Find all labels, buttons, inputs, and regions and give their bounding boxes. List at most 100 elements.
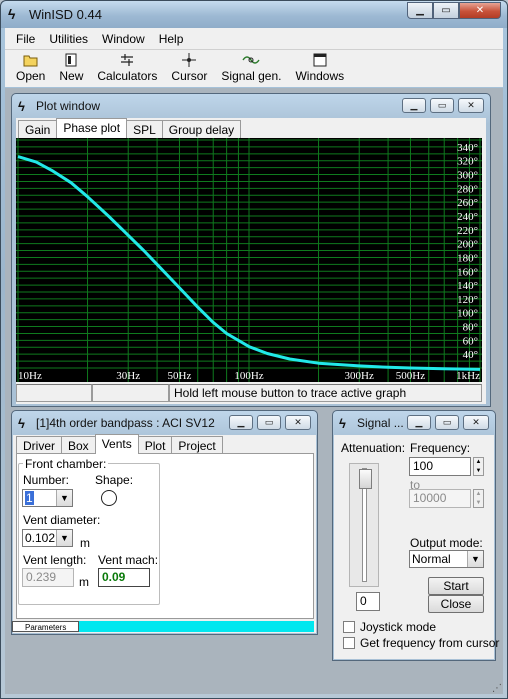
title-bar: ϟ WinISD 0.44 ▁ ▭ ✕ (1, 1, 507, 28)
menu-file[interactable]: File (9, 32, 42, 46)
vent-diameter-unit: m (80, 536, 90, 550)
start-button[interactable]: Start (428, 577, 484, 595)
signal-minimize-button[interactable]: ▁ (407, 415, 431, 430)
bandpass-tabs: Driver Box Vents Plot Project (16, 434, 223, 454)
minimize-button[interactable]: ▁ (407, 2, 433, 19)
menu-window[interactable]: Window (95, 32, 152, 46)
x-tick-label: 10Hz (18, 370, 42, 382)
y-tick-label: 140° (457, 280, 478, 292)
shape-label: Shape: (95, 473, 134, 487)
x-tick-label: 300Hz (345, 370, 374, 382)
tab-spl[interactable]: SPL (126, 120, 163, 138)
plot-close-button[interactable]: ✕ (458, 98, 484, 113)
y-tick-label: 240° (457, 211, 478, 223)
tab-box[interactable]: Box (61, 436, 96, 454)
chevron-down-icon: ▼ (56, 490, 72, 506)
attenuation-value[interactable]: 0 (356, 592, 380, 611)
tab-group-delay[interactable]: Group delay (161, 120, 242, 138)
calculators-button[interactable]: Calculators (90, 50, 164, 83)
vent-length-field[interactable]: 0.239 (22, 568, 74, 587)
frequency-spinner[interactable]: ▲ ▼ (473, 457, 484, 476)
windows-icon (313, 53, 327, 69)
y-tick-label: 40° (463, 349, 478, 361)
y-tick-label: 180° (457, 252, 478, 264)
bandpass-window-title: [1]4th order bandpass : ACI SV12 (36, 416, 215, 430)
number-label: Number: (23, 473, 70, 487)
close-signal-button[interactable]: Close (428, 595, 484, 613)
tab-gain[interactable]: Gain (18, 120, 58, 138)
y-tick-label: 80° (463, 322, 478, 334)
maximize-button[interactable]: ▭ (433, 2, 459, 19)
tab-vents[interactable]: Vents (94, 434, 139, 454)
phase-plot-chart[interactable]: 340° 320° 300° 280° 260° 240° 220° 200° 180° 160°… (16, 138, 482, 382)
status-hint: Hold left mouse button to trace active g… (169, 384, 482, 402)
x-tick-label: 1kHz (456, 370, 480, 382)
signal-window-title: Signal ... (357, 416, 404, 430)
status-cell-2 (92, 384, 169, 402)
bandpass-minimize-button[interactable]: ▁ (229, 415, 253, 430)
y-tick-label: 60° (463, 335, 478, 347)
to-frequency-spinner[interactable]: ▲ ▼ (473, 489, 484, 508)
y-tick-label: 260° (457, 197, 478, 209)
x-tick-label: 100Hz (234, 370, 263, 382)
get-frequency-checkbox[interactable] (343, 637, 355, 649)
new-document-icon (65, 53, 77, 69)
vent-diameter-select[interactable]: 0.102 ▼ (22, 529, 73, 547)
joystick-mode-checkbox[interactable] (343, 621, 355, 633)
x-tick-label: 30Hz (116, 370, 140, 382)
open-button[interactable]: Open (9, 50, 52, 83)
front-chamber-label: Front chamber: (23, 457, 109, 471)
tab-parameters[interactable]: Parameters (12, 621, 80, 632)
attenuation-slider-thumb[interactable] (359, 469, 372, 489)
tab-phase-plot[interactable]: Phase plot (56, 118, 128, 138)
to-frequency-input[interactable]: 10000 (409, 489, 471, 508)
y-tick-label: 120° (457, 294, 478, 306)
output-mode-label: Output mode: (410, 536, 483, 550)
plot-tabs: Gain Phase plot SPL Group delay (18, 118, 242, 138)
vent-mach-label: Vent mach: (98, 553, 159, 567)
plot-window-icon: ϟ (18, 99, 25, 114)
toolbar: Open New Calculators Cursor Signal gen. (5, 49, 503, 87)
status-cell-1 (16, 384, 92, 402)
chevron-down-icon: ▼ (467, 551, 483, 567)
y-tick-label: 100° (457, 308, 478, 320)
signal-gen-button[interactable]: Signal gen. (214, 50, 288, 83)
plot-minimize-button[interactable]: ▁ (402, 98, 426, 113)
frequency-input[interactable]: 100 (409, 457, 471, 476)
app-icon: ϟ (8, 6, 16, 22)
y-tick-label: 220° (457, 225, 478, 237)
number-select[interactable]: 1 ▼ (22, 489, 73, 507)
tab-driver[interactable]: Driver (16, 436, 62, 454)
tab-plot[interactable]: Plot (137, 436, 173, 454)
y-tick-label: 280° (457, 183, 478, 195)
tab-project[interactable]: Project (171, 436, 223, 454)
cursor-button[interactable]: Cursor (164, 50, 214, 83)
resize-grip-icon[interactable]: ⋰ (492, 683, 504, 695)
folder-icon (23, 53, 39, 69)
output-mode-select[interactable]: Normal ▼ (409, 550, 484, 568)
chevron-down-icon: ▼ (56, 530, 72, 546)
menu-help[interactable]: Help (152, 32, 191, 46)
vent-diameter-label: Vent diameter: (23, 513, 101, 527)
signal-generator-icon (242, 53, 261, 69)
signal-window-icon: ϟ (339, 416, 346, 431)
vent-length-unit: m (79, 575, 89, 589)
vent-length-label: Vent length: (23, 553, 87, 567)
signal-close-button[interactable]: ✕ (463, 415, 489, 430)
menu-utilities[interactable]: Utilities (42, 32, 95, 46)
shape-round-radio[interactable] (101, 490, 117, 506)
main-window: ϟ WinISD 0.44 ▁ ▭ ✕ File Utilities Windo… (0, 0, 508, 699)
bandpass-maximize-button[interactable]: ▭ (257, 415, 281, 430)
y-tick-label: 320° (457, 156, 478, 168)
bandpass-close-button[interactable]: ✕ (285, 415, 311, 430)
vent-mach-value: 0.09 (98, 568, 150, 587)
new-button[interactable]: New (52, 50, 90, 83)
windows-button[interactable]: Windows (288, 50, 351, 83)
menu-bar: File Utilities Window Help (5, 28, 503, 49)
y-tick-label: 200° (457, 239, 478, 251)
close-button[interactable]: ✕ (459, 2, 501, 19)
plot-maximize-button[interactable]: ▭ (430, 98, 454, 113)
signal-maximize-button[interactable]: ▭ (435, 415, 459, 430)
app-title: WinISD 0.44 (29, 7, 102, 22)
phase-plot-svg: 340° 320° 300°280° 260° 240° 220° 200°180° 160°… (16, 138, 482, 382)
